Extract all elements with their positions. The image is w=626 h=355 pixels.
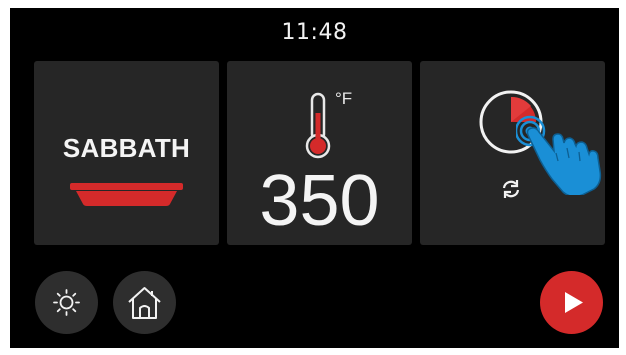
temperature-unit: °F xyxy=(335,89,353,108)
play-icon xyxy=(565,292,583,313)
clock-time: 11:48 xyxy=(281,20,348,45)
home-icon xyxy=(128,287,161,319)
temperature-value: 350 xyxy=(259,161,380,241)
home-button[interactable] xyxy=(113,271,176,334)
repeat-icon xyxy=(502,180,520,198)
pan-icon xyxy=(70,183,183,206)
hand-pointer-icon xyxy=(516,115,602,195)
timer-card[interactable] xyxy=(420,61,605,245)
start-button[interactable] xyxy=(540,271,603,334)
mode-label: SABBATH xyxy=(62,133,191,163)
light-icon xyxy=(53,289,80,316)
mode-card[interactable]: SABBATH xyxy=(34,61,219,245)
temperature-card[interactable]: °F 350 xyxy=(227,61,412,245)
light-button[interactable] xyxy=(35,271,98,334)
thermometer-icon xyxy=(305,92,331,159)
oven-display-screen: 11:48 SABBATH °F 350 xyxy=(10,8,619,348)
